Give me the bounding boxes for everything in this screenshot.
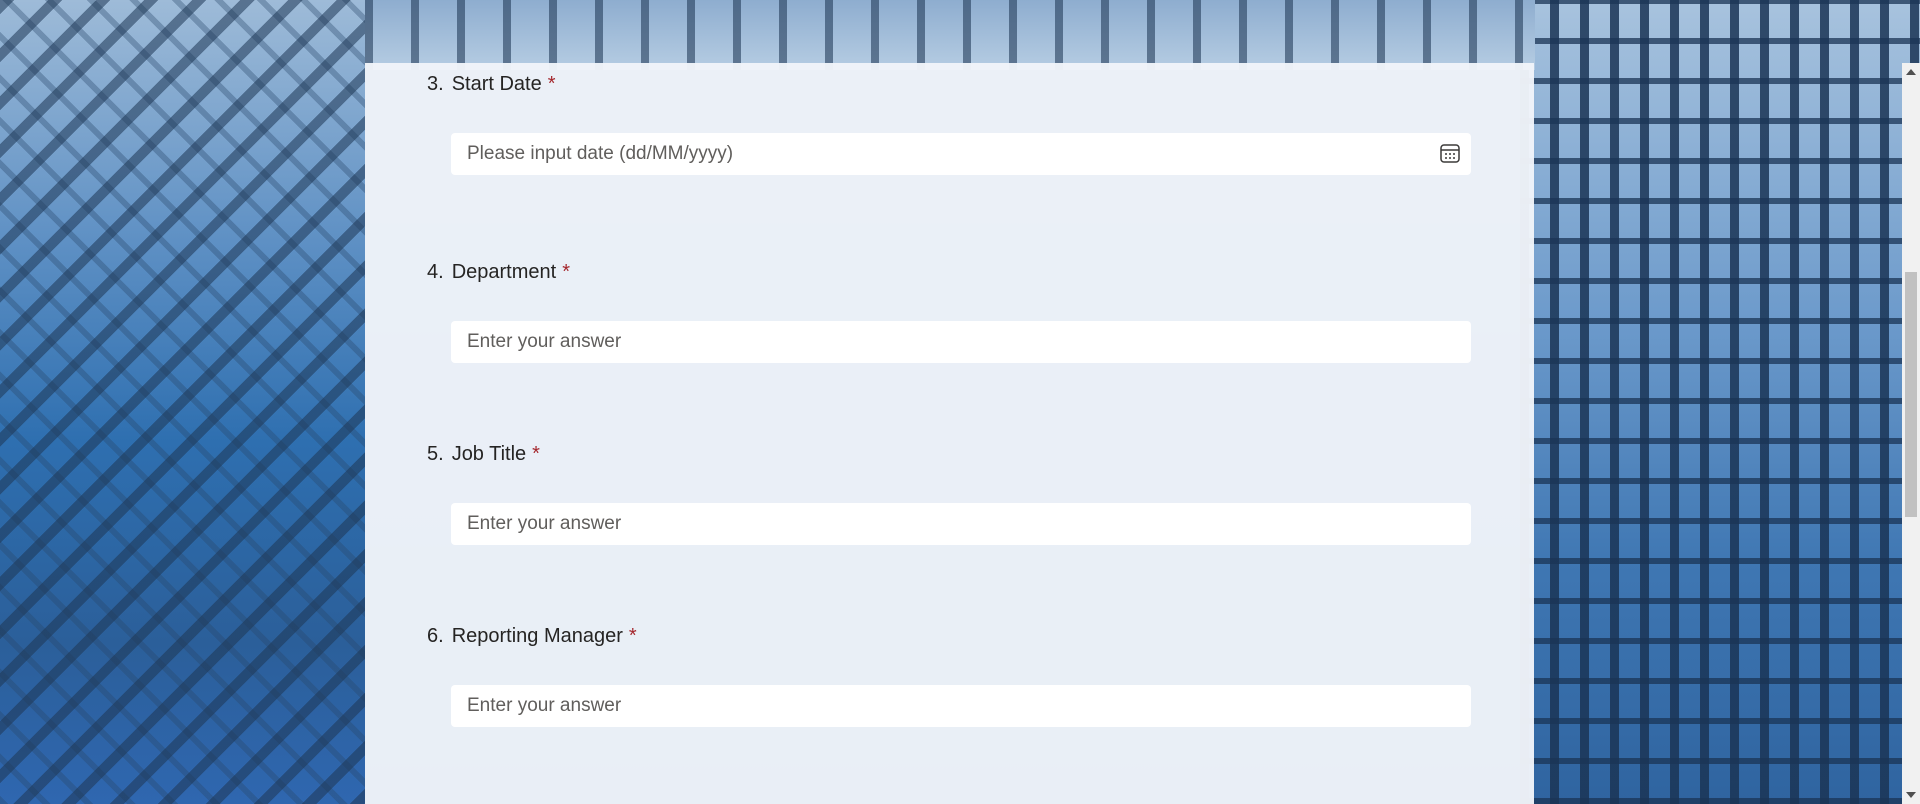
required-marker: * (628, 625, 637, 647)
form-card: 3. Start Date * Please input date (dd/MM… (365, 63, 1534, 804)
background-image-right (1520, 0, 1920, 804)
background-image-top (365, 0, 1535, 70)
start-date-input[interactable]: Please input date (dd/MM/yyyy) (451, 133, 1471, 175)
question-number: 5. (427, 443, 444, 465)
question-reporting-manager: 6. Reporting Manager * Enter your answer (427, 625, 1471, 727)
vertical-scrollbar[interactable] (1902, 63, 1920, 804)
start-date-placeholder: Please input date (dd/MM/yyyy) (467, 143, 734, 164)
scrollbar-thumb[interactable] (1905, 272, 1917, 517)
required-marker: * (547, 73, 556, 95)
reporting-manager-input[interactable]: Enter your answer (451, 685, 1471, 727)
job-title-input[interactable]: Enter your answer (451, 503, 1471, 545)
question-job-title: 5. Job Title * Enter your answer (427, 443, 1471, 545)
question-start-date: 3. Start Date * Please input date (dd/MM… (427, 73, 1471, 175)
required-marker: * (562, 261, 570, 283)
question-department: 4. Department * Enter your answer (427, 261, 1471, 363)
scroll-down-arrow-icon[interactable] (1906, 792, 1916, 798)
question-number: 6. (427, 625, 444, 647)
question-label: 5. Job Title * (427, 443, 1447, 469)
question-label: 4. Department * (427, 261, 1447, 287)
question-title: Reporting Manager (451, 625, 623, 647)
question-title: Start Date (451, 73, 542, 95)
question-title: Job Title (451, 443, 527, 465)
department-placeholder: Enter your answer (467, 331, 622, 352)
department-input[interactable]: Enter your answer (451, 321, 1471, 363)
question-title: Department (451, 261, 557, 283)
question-label: 3. Start Date * (427, 73, 1447, 99)
job-title-placeholder: Enter your answer (467, 513, 622, 534)
question-number: 4. (427, 261, 444, 283)
reporting-manager-placeholder: Enter your answer (467, 695, 622, 716)
page: 3. Start Date * Please input date (dd/MM… (0, 0, 1920, 804)
question-label: 6. Reporting Manager * (427, 625, 1447, 651)
background-image-left (0, 0, 365, 804)
required-marker: * (532, 443, 540, 465)
question-number: 3. (427, 73, 444, 95)
calendar-icon[interactable] (1439, 142, 1461, 164)
scroll-up-arrow-icon[interactable] (1906, 69, 1916, 75)
